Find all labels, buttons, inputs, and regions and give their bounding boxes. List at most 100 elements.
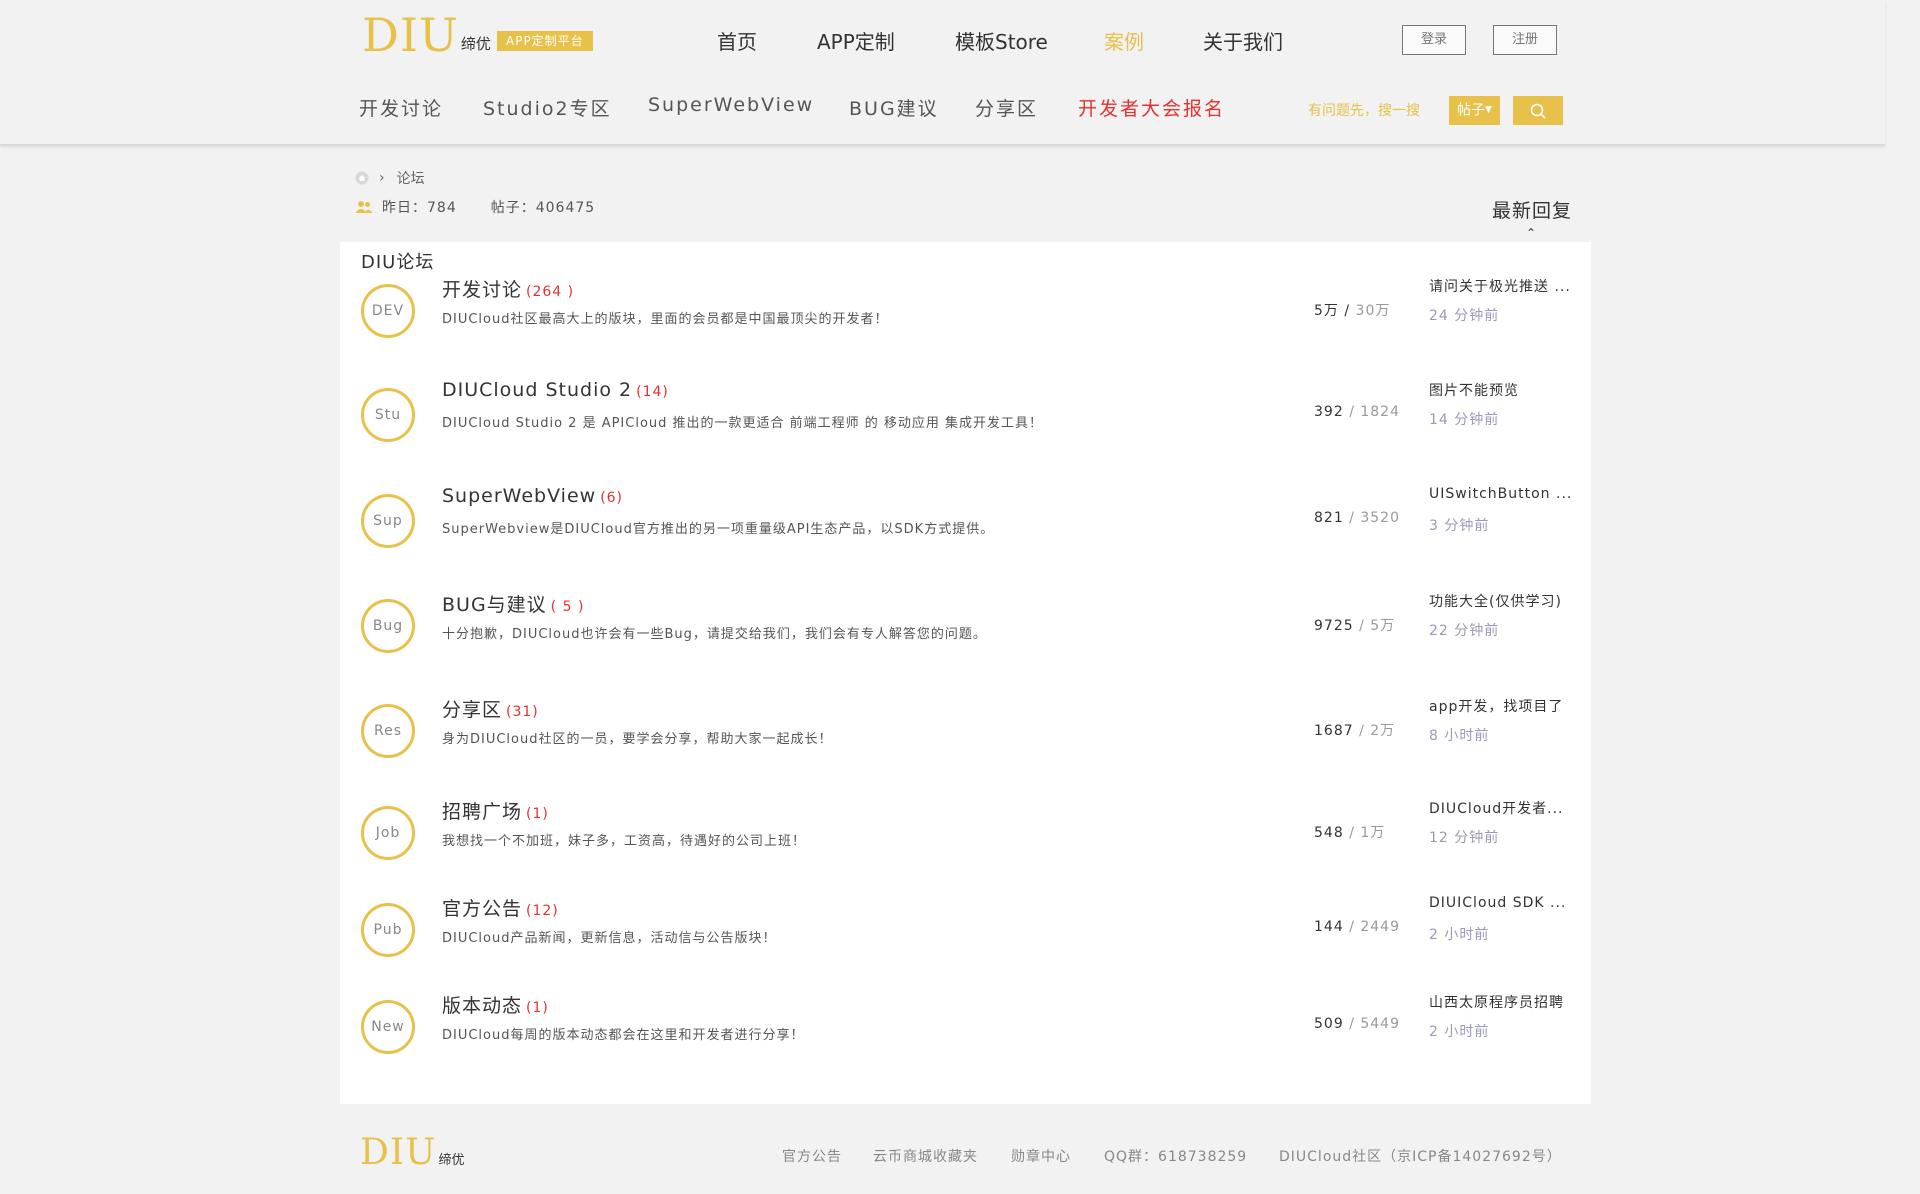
forum-title[interactable]: 版本动态 [442,995,522,1017]
last-post-title[interactable]: 请问关于极光推送 ... [1429,276,1579,296]
forum-threads: 509 [1314,1016,1344,1032]
last-post-time: 12 分钟前 [1429,830,1500,846]
subnav-studio2[interactable]: Studio2专区 [483,94,612,121]
forum-avatar-badge[interactable]: Pub [361,903,415,957]
search-icon [1530,103,1546,119]
subnav-dev-conference[interactable]: 开发者大会报名 [1078,94,1225,121]
forum-avatar-badge[interactable]: Job [361,806,415,860]
forum-title[interactable]: 分享区 [442,699,502,721]
forum-row[interactable]: DEV 开发讨论 (264 ) DIUCloud社区最高大上的版块，里面的会员都是中国… [340,275,1591,365]
forum-row[interactable]: Pub 官方公告 (12) DIUCloud产品新闻，更新信息，活动信与公告版块！ 14… [340,894,1591,984]
last-post-time: 14 分钟前 [1429,412,1500,428]
forum-topic-count: (12) [526,903,559,919]
forum-avatar-badge[interactable]: Stu [361,388,415,442]
forum-topic-count: (31) [506,704,539,720]
forum-post-stats: 548 / 1万 [1314,822,1385,842]
footer-link-coin-store[interactable]: 云币商城收藏夹 [873,1146,978,1166]
register-button[interactable]: 注册 [1493,25,1557,55]
forum-post-stats: 821 / 3520 [1314,510,1400,526]
forum-avatar-badge[interactable]: Bug [361,599,415,653]
forum-name[interactable]: 版本动态 (1) [442,991,549,1018]
forum-description: DIUCloud Studio 2 是 APICloud 推出的一款更适合 前端… [442,416,1044,431]
footer-icp[interactable]: DIUCloud社区（京ICP备14027692号） [1279,1146,1562,1166]
last-post-title[interactable]: 图片不能预览 [1429,380,1579,400]
nav-home[interactable]: 首页 [717,26,757,55]
search-type-select[interactable]: 帖子▼ [1449,96,1500,125]
forum-avatar-badge[interactable]: DEV [361,284,415,338]
nav-cases[interactable]: 案例 [1104,26,1144,55]
yesterday-count: 昨日：784 [382,200,457,216]
forum-avatar-badge[interactable]: Res [361,704,415,758]
forum-threads: 1687 [1314,723,1354,739]
login-button[interactable]: 登录 [1402,25,1466,55]
footer-logo[interactable]: DIU 缔优 [360,1135,464,1171]
breadcrumb-current[interactable]: 论坛 [397,168,425,188]
forum-name[interactable]: SuperWebView (6) [442,485,623,507]
forum-name[interactable]: 招聘广场 (1) [442,797,549,824]
last-post-title[interactable]: DIUCloud开发者... [1429,798,1579,818]
posts-count: 帖子：406475 [490,200,596,216]
subnav-share[interactable]: 分享区 [975,94,1038,121]
breadcrumb-separator: › [379,170,385,186]
users-icon [355,201,373,213]
forum-name[interactable]: DIUCloud Studio 2 (14) [442,379,669,401]
forum-topic-count: (1) [526,806,549,822]
forum-replies: / 1824 [1349,404,1400,420]
last-post-title[interactable]: UISwitchButton ... [1429,486,1579,502]
forum-post-stats: 509 / 5449 [1314,1016,1400,1032]
subnav-superwebview[interactable]: SuperWebView [648,94,814,116]
forum-description: 我想找一个不加班，妹子多，工资高，待遇好的公司上班！ [442,834,807,849]
forum-avatar-badge[interactable]: Sup [361,494,415,548]
footer-link-announcements[interactable]: 官方公告 [782,1146,842,1166]
forum-name[interactable]: 官方公告 (12) [442,894,559,921]
forum-row[interactable]: Sup SuperWebView (6) SuperWebview是DIUCloud官… [340,485,1591,575]
footer-qq-group: QQ群：618738259 [1104,1149,1248,1165]
forum-description: SuperWebview是DIUCloud官方推出的另一项重量级API生态产品，… [442,522,995,537]
forum-topic-count: (14) [636,384,669,400]
forum-name[interactable]: 分享区 (31) [442,695,539,722]
forum-name[interactable]: BUG与建议( 5 ) [442,590,584,617]
forum-title[interactable]: 开发讨论 [442,279,522,301]
forum-row[interactable]: New 版本动态 (1) DIUCloud每周的版本动态都会在这里和开发者进行分享！ 5… [340,991,1591,1081]
forum-row[interactable]: Res 分享区 (31) 身为DIUCloud社区的一员，要学会分享，帮助大家一起成长… [340,695,1591,785]
footer-link-medals[interactable]: 勋章中心 [1011,1146,1071,1166]
home-icon[interactable] [355,171,369,185]
forum-avatar-badge[interactable]: New [361,1000,415,1054]
forum-row[interactable]: Stu DIUCloud Studio 2 (14) DIUCloud Studio … [340,379,1591,469]
forum-replies: / 1万 [1349,825,1386,841]
forum-title[interactable]: DIUCloud Studio 2 [442,379,632,401]
forum-title[interactable]: 官方公告 [442,898,522,920]
last-post-title[interactable]: 功能大全(仅供学习) [1429,591,1579,611]
forum-replies: / 2万 [1359,723,1396,739]
nav-app-custom[interactable]: APP定制 [817,26,895,55]
last-post-time: 24 分钟前 [1429,308,1500,324]
forum-topic-count: ( 5 ) [550,599,585,615]
subnav-dev-discussion[interactable]: 开发讨论 [359,94,443,121]
subnav-bug[interactable]: BUG建议 [849,94,939,121]
forum-row[interactable]: Bug BUG与建议( 5 ) 十分抱歉，DIUCloud也许会有一些Bug，请提交… [340,590,1591,680]
nav-about[interactable]: 关于我们 [1203,26,1283,55]
forum-replies: / 5449 [1349,1016,1400,1032]
forum-replies: / 5万 [1359,618,1396,634]
forum-post-stats: 144 / 2449 [1314,919,1400,935]
forum-title[interactable]: 招聘广场 [442,801,522,823]
forum-title[interactable]: BUG与建议 [442,594,547,616]
latest-reply-toggle[interactable]: 最新回复 [1492,196,1572,223]
forum-post-stats: 392 / 1824 [1314,404,1400,420]
last-post-title[interactable]: DIUICloud SDK ... [1429,895,1579,911]
forum-name[interactable]: 开发讨论 (264 ) [442,275,574,302]
site-header: DIU 缔优 APP定制平台 首页 APP定制 模板Store 案例 关于我们 … [0,0,1885,145]
last-post-time: 2 小时前 [1429,1024,1490,1040]
forum-threads: 392 [1314,404,1344,420]
forum-row[interactable]: Job 招聘广场 (1) 我想找一个不加班，妹子多，工资高，待遇好的公司上班！ 548 … [340,797,1591,887]
forum-replies: 30万 [1355,303,1391,319]
last-post-title[interactable]: 山西太原程序员招聘 [1429,992,1579,1012]
nav-template-store[interactable]: 模板Store [955,26,1048,55]
last-post-title[interactable]: app开发，找项目了 [1429,696,1579,716]
caret-down-icon: ▼ [1485,105,1492,115]
forum-title[interactable]: SuperWebView [442,485,596,507]
forum-description: DIUCloud社区最高大上的版块，里面的会员都是中国最顶尖的开发者！ [442,312,889,327]
search-button[interactable] [1513,96,1563,125]
forum-stats: 昨日：784 帖子：406475 [355,197,595,217]
search-type-label: 帖子 [1457,102,1486,119]
